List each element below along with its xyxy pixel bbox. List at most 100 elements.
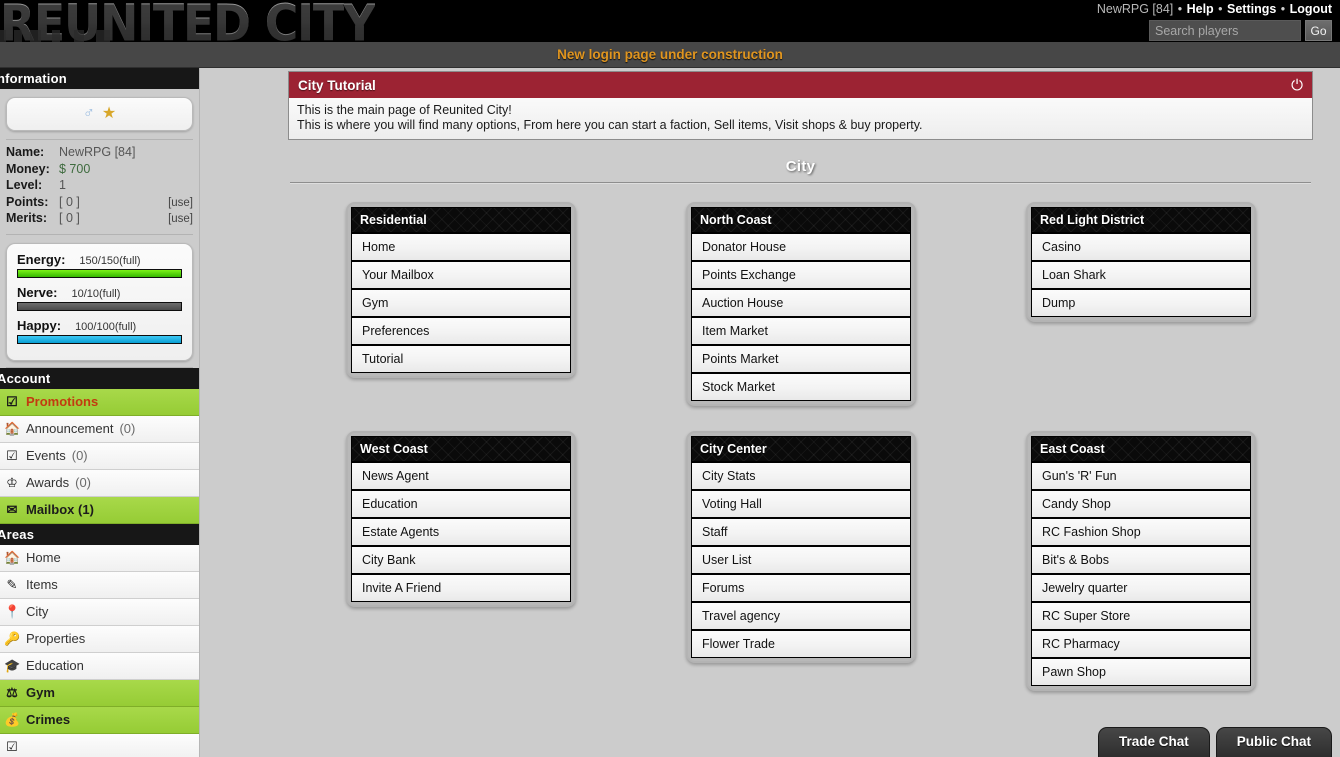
sidebar-item-items[interactable]: ✎ Items: [0, 571, 199, 599]
stat-value: [ 0 ]: [59, 194, 80, 209]
district-link[interactable]: Donator House: [692, 232, 910, 260]
energy-bar-track: [17, 268, 182, 278]
sidebar-item-gym[interactable]: ⚖ Gym: [0, 679, 199, 707]
district-link[interactable]: Loan Shark: [1032, 260, 1250, 288]
nerve-value: 10/10(full): [71, 287, 121, 300]
sidebar-item-home[interactable]: 🏠 Home: [0, 544, 199, 572]
stat-label: Points:: [6, 194, 49, 209]
district-link[interactable]: Auction House: [692, 288, 910, 316]
happy-bar-fill: [18, 335, 181, 343]
district-link[interactable]: Points Exchange: [692, 260, 910, 288]
sidebar-item-count: (0): [71, 448, 88, 463]
sidebar-item-announcement[interactable]: 🏠 Announcement (0): [0, 415, 199, 443]
sidebar-item-education[interactable]: 🎓 Education: [0, 652, 199, 680]
district-link[interactable]: City Bank: [352, 545, 570, 573]
district-title: West Coast: [352, 437, 570, 461]
district-box-west-coast: West Coast News Agent Education Estate A…: [346, 431, 576, 607]
district-link[interactable]: User List: [692, 545, 910, 573]
sidebar-item-partial[interactable]: ☑: [0, 733, 199, 757]
envelope-icon: ✉: [6, 501, 18, 517]
district-link[interactable]: Candy Shop: [1032, 489, 1250, 517]
public-chat-tab[interactable]: Public Chat: [1215, 727, 1332, 757]
sidebar-item-label: City: [26, 604, 49, 619]
district-box-north-coast: North Coast Donator House Points Exchang…: [686, 202, 916, 406]
district-grid: Residential Home Your Mailbox Gym Prefer…: [288, 202, 1313, 691]
home-icon: 🏠: [4, 549, 21, 565]
district-link[interactable]: Home: [352, 232, 570, 260]
logout-link[interactable]: Logout: [1290, 2, 1332, 16]
happy-value: 100/100(full): [75, 320, 137, 333]
sidebar-item-label: Promotions: [26, 394, 99, 409]
chat-tab-bar: Trade Chat Public Chat: [1097, 727, 1332, 757]
district-link[interactable]: Education: [352, 489, 570, 517]
district-link[interactable]: News Agent: [352, 461, 570, 489]
district-link[interactable]: RC Pharmacy: [1032, 629, 1250, 657]
header-username: NewRPG [84]: [1096, 2, 1174, 16]
sidebar-areas-header: Areas: [0, 523, 199, 545]
district-link[interactable]: Gym: [352, 288, 570, 316]
district-link[interactable]: Staff: [692, 517, 910, 545]
district-link[interactable]: Invite A Friend: [352, 573, 570, 601]
district-link[interactable]: Points Market: [692, 344, 910, 372]
stat-row-level: Level: 1: [6, 178, 193, 195]
tutorial-line-2: This is where you will find many options…: [297, 117, 923, 132]
key-icon: 🔑: [4, 630, 21, 646]
clipboard-icon: ☑: [6, 738, 18, 754]
city-tutorial-body: This is the main page of Reunited City! …: [289, 98, 1312, 139]
energy-value: 150/150(full): [79, 254, 141, 267]
happy-bar-track: [17, 334, 182, 344]
district-link[interactable]: Jewelry quarter: [1032, 573, 1250, 601]
district-title: City Center: [692, 437, 910, 461]
sidebar-account-header: Account: [0, 367, 199, 389]
district-link[interactable]: Tutorial: [352, 344, 570, 372]
district-link[interactable]: Pawn Shop: [1032, 657, 1250, 685]
power-icon[interactable]: ⏻: [1291, 78, 1303, 93]
nerve-label: Nerve:: [17, 284, 58, 300]
district-link[interactable]: City Stats: [692, 461, 910, 489]
district-link[interactable]: Preferences: [352, 316, 570, 344]
district-link[interactable]: Your Mailbox: [352, 260, 570, 288]
district-link[interactable]: Bit's & Bobs: [1032, 545, 1250, 573]
sidebar-item-awards[interactable]: ♔ Awards (0): [0, 469, 199, 497]
dumbbell-icon: ⚖: [6, 684, 18, 700]
sidebar-divider: [6, 233, 193, 235]
district-link[interactable]: Voting Hall: [692, 489, 910, 517]
sidebar-item-events[interactable]: ☑ Events (0): [0, 442, 199, 470]
district-link[interactable]: Gun's 'R' Fun: [1032, 461, 1250, 489]
pencil-icon: ✎: [6, 576, 18, 592]
district-link[interactable]: Item Market: [692, 316, 910, 344]
logo-skyline-decoration: [0, 30, 420, 42]
district-link[interactable]: Estate Agents: [352, 517, 570, 545]
search-input[interactable]: [1149, 20, 1301, 41]
sidebar-item-label: Awards: [26, 475, 70, 490]
district-link[interactable]: Casino: [1032, 232, 1250, 260]
money-bag-icon: 💰: [4, 711, 21, 727]
trade-chat-tab[interactable]: Trade Chat: [1097, 727, 1210, 757]
search-go-button[interactable]: Go: [1305, 20, 1332, 41]
help-link[interactable]: Help: [1187, 2, 1214, 16]
points-use-link[interactable]: [use]: [168, 197, 193, 209]
city-tutorial-title: City Tutorial: [298, 77, 376, 93]
home-icon: 🏠: [4, 420, 21, 436]
sidebar-item-crimes[interactable]: 💰 Crimes: [0, 706, 199, 734]
city-tutorial-header: City Tutorial ⏻: [289, 72, 1312, 98]
stat-label: Money:: [6, 161, 50, 176]
district-link[interactable]: RC Fashion Shop: [1032, 517, 1250, 545]
sidebar-item-promotions[interactable]: ☑ Promotions: [0, 388, 199, 416]
sidebar-item-city[interactable]: 📍 City: [0, 598, 199, 626]
site-header: REUNITED CITY NewRPG [84] • Help • Setti…: [0, 0, 1340, 42]
settings-link[interactable]: Settings: [1227, 2, 1276, 16]
construction-notice-bar: New login page under construction: [0, 42, 1340, 68]
sidebar-item-mailbox[interactable]: ✉ Mailbox (1): [0, 496, 199, 524]
district-link[interactable]: Forums: [692, 573, 910, 601]
district-link[interactable]: Stock Market: [692, 372, 910, 400]
sidebar-item-properties[interactable]: 🔑 Properties: [0, 625, 199, 653]
sidebar-item-label: Crimes: [26, 712, 71, 727]
merits-use-link[interactable]: [use]: [168, 213, 193, 225]
district-link[interactable]: Travel agency: [692, 601, 910, 629]
district-link[interactable]: Flower Trade: [692, 629, 910, 657]
district-link[interactable]: RC Super Store: [1032, 601, 1250, 629]
district-link[interactable]: Dump: [1032, 288, 1250, 316]
stat-row-points: Points: [ 0 ] [use]: [6, 195, 193, 212]
sidebar-item-label: Mailbox (1): [26, 502, 94, 517]
